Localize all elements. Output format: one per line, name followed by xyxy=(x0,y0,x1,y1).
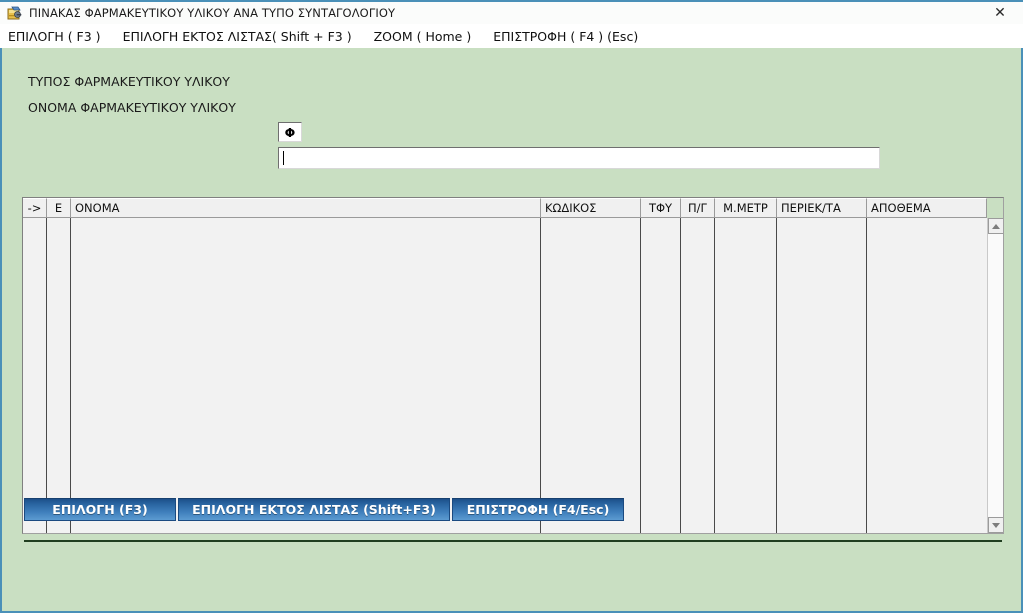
scroll-down-arrow-icon xyxy=(992,522,1000,528)
grid-column-e-body xyxy=(47,218,71,533)
select-outside-list-button[interactable]: ΕΠΙΛΟΓΗ ΕΚΤΟΣ ΛΙΣΤΑΣ (Shift+F3) xyxy=(178,498,450,521)
window-title: ΠΙΝΑΚΑΣ ΦΑΡΜΑΚΕΥΤΙΚΟΥ ΥΛΙΚΟΥ ΑΝΑ ΤΥΠΟ ΣΥ… xyxy=(29,6,396,20)
grid-body[interactable] xyxy=(23,218,1003,533)
grid-column-periekta-body xyxy=(777,218,867,533)
type-input-value: Φ xyxy=(284,124,296,140)
scrollbar-track[interactable] xyxy=(988,234,1003,517)
form-area: ΤΥΠΟΣ ΦΑΡΜΑΚΕΥΤΙΚΟΥ ΥΛΙΚΟΥ ΟΝΟΜΑ ΦΑΡΜΑΚΕ… xyxy=(0,48,1023,613)
close-icon: ✕ xyxy=(994,5,1006,21)
text-caret xyxy=(283,151,284,165)
grid-column-tfy-body xyxy=(641,218,681,533)
menu-bar: ΕΠΙΛΟΓΗ ( F3 ) ΕΠΙΛΟΓΗ ΕΚΤΟΣ ΛΙΣΤΑΣ( Shi… xyxy=(0,24,1023,48)
grid-column-kodikos-body xyxy=(541,218,641,533)
grid-column-apothema-body xyxy=(867,218,987,533)
name-input[interactable] xyxy=(278,147,880,169)
vertical-scrollbar[interactable] xyxy=(987,218,1003,533)
type-input[interactable]: Φ xyxy=(278,122,302,142)
column-pg[interactable]: Π/Γ xyxy=(681,198,715,218)
data-grid: -> E ΟΝΟΜΑ ΚΩΔΙΚΟΣ ΤΦΥ Π/Γ Μ.ΜΕΤΡ ΠΕΡΙΕΚ… xyxy=(22,197,1004,534)
menu-epistrofi-f4-esc[interactable]: ΕΠΙΣΤΡΟΦΗ ( F4 ) (Esc) xyxy=(493,29,638,44)
column-e[interactable]: E xyxy=(47,198,71,218)
grid-header-row: -> E ΟΝΟΜΑ ΚΩΔΙΚΟΣ ΤΦΥ Π/Γ Μ.ΜΕΤΡ ΠΕΡΙΕΚ… xyxy=(23,198,1003,218)
menu-zoom-home[interactable]: ZOOM ( Home ) xyxy=(374,29,472,44)
menu-epilogi-f3[interactable]: ΕΠΙΛΟΓΗ ( F3 ) xyxy=(8,29,101,44)
grid-column-onoma-body xyxy=(71,218,541,533)
menu-epilogi-ektos-listas[interactable]: ΕΠΙΛΟΓΗ ΕΚΤΟΣ ΛΙΣΤΑΣ( Shift + F3 ) xyxy=(123,29,352,44)
name-field-label: ΟΝΟΜΑ ΦΑΡΜΑΚΕΥΤΙΚΟΥ ΥΛΙΚΟΥ xyxy=(28,100,236,115)
scroll-up-button[interactable] xyxy=(988,218,1003,234)
close-button[interactable]: ✕ xyxy=(977,2,1023,24)
application-window: ΠΙΝΑΚΑΣ ΦΑΡΜΑΚΕΥΤΙΚΟΥ ΥΛΙΚΟΥ ΑΝΑ ΤΥΠΟ ΣΥ… xyxy=(0,0,1023,613)
title-bar: ΠΙΝΑΚΑΣ ΦΑΡΜΑΚΕΥΤΙΚΟΥ ΥΛΙΚΟΥ ΑΝΑ ΤΥΠΟ ΣΥ… xyxy=(0,0,1023,24)
column-kodikos[interactable]: ΚΩΔΙΚΟΣ xyxy=(541,198,641,218)
header-scroll-spacer xyxy=(987,198,1003,218)
column-tfy[interactable]: ΤΦΥ xyxy=(641,198,681,218)
scroll-down-button[interactable] xyxy=(988,517,1003,533)
grid-column-arrow-body xyxy=(23,218,47,533)
column-apothema[interactable]: ΑΠΟΘΕΜΑ xyxy=(867,198,987,218)
column-periekta[interactable]: ΠΕΡΙΕΚ/ΤΑ xyxy=(777,198,867,218)
grid-column-m-metr-body xyxy=(715,218,777,533)
type-field-row: ΤΥΠΟΣ ΦΑΡΜΑΚΕΥΤΙΚΟΥ ΥΛΙΚΟΥ xyxy=(28,74,230,89)
select-button[interactable]: ΕΠΙΛΟΓΗ (F3) xyxy=(24,498,176,521)
scroll-up-arrow-icon xyxy=(992,223,1000,229)
type-field-label: ΤΥΠΟΣ ΦΑΡΜΑΚΕΥΤΙΚΟΥ ΥΛΙΚΟΥ xyxy=(28,74,230,89)
app-icon xyxy=(7,5,23,21)
column-m-metr[interactable]: Μ.ΜΕΤΡ xyxy=(715,198,777,218)
action-button-bar: ΕΠΙΛΟΓΗ (F3) ΕΠΙΛΟΓΗ ΕΚΤΟΣ ΛΙΣΤΑΣ (Shift… xyxy=(24,498,626,521)
footer-divider xyxy=(24,540,1002,542)
column-arrow[interactable]: -> xyxy=(23,198,47,218)
return-button[interactable]: ΕΠΙΣΤΡΟΦΗ (F4/Esc) xyxy=(452,498,624,521)
name-field-row: ΟΝΟΜΑ ΦΑΡΜΑΚΕΥΤΙΚΟΥ ΥΛΙΚΟΥ xyxy=(28,100,236,115)
column-onoma[interactable]: ΟΝΟΜΑ xyxy=(71,198,541,218)
grid-column-pg-body xyxy=(681,218,715,533)
